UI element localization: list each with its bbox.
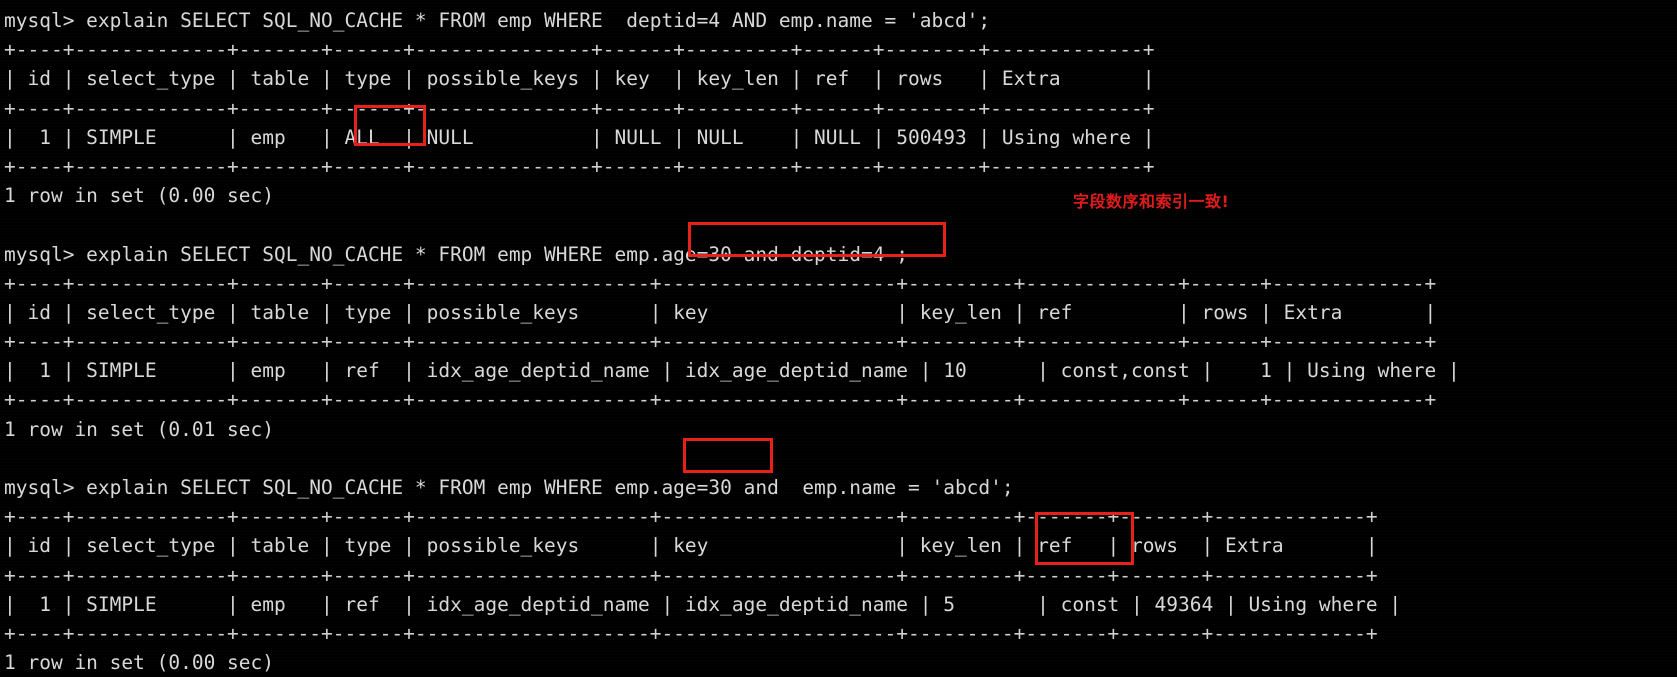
- mysql-terminal-window: mysql> explain SELECT SQL_NO_CACHE * FRO…: [0, 0, 1677, 674]
- result-status-3: 1 row in set (0.00 sec): [4, 651, 275, 675]
- command-line-2: mysql> explain SELECT SQL_NO_CACHE * FRO…: [4, 242, 908, 266]
- table-header-row-2: | id | select_type | table | type | poss…: [4, 300, 1437, 324]
- table-data-row-1: | 1 | SIMPLE | emp | ALL | NULL | NULL |…: [4, 125, 1155, 149]
- command-line-3: mysql> explain SELECT SQL_NO_CACHE * FRO…: [4, 476, 1014, 499]
- table-separator-bottom-2: +----+-------------+-------+------+-----…: [4, 388, 1437, 412]
- table-data-row-3: | 1 | SIMPLE | emp | ref | idx_age_depti…: [4, 592, 1402, 616]
- table-separator-top-3: +----+-------------+-------+------+-----…: [4, 505, 1378, 529]
- table-separator-top-1: +----+-------------+-------+------+-----…: [4, 38, 1155, 62]
- table-data-row-2: | 1 | SIMPLE | emp | ref | idx_age_depti…: [4, 359, 1460, 383]
- annotation-field-order-note: 字段数序和索引一致!: [1073, 192, 1230, 211]
- table-header-row-3: | id | select_type | table | type | poss…: [4, 534, 1378, 558]
- table-header-row-1: | id | select_type | table | type | poss…: [4, 67, 1155, 91]
- result-status-2: 1 row in set (0.01 sec): [4, 417, 275, 441]
- table-separator-mid-1: +----+-------------+-------+------+-----…: [4, 96, 1155, 120]
- table-separator-mid-3: +----+-------------+-------+------+-----…: [4, 563, 1378, 587]
- result-status-1: 1 row in set (0.00 sec): [4, 184, 275, 208]
- table-separator-bottom-3: +----+-------------+-------+------+-----…: [4, 621, 1378, 645]
- table-separator-top-2: +----+-------------+-------+------+-----…: [4, 271, 1437, 295]
- table-separator-mid-2: +----+-------------+-------+------+-----…: [4, 330, 1437, 354]
- table-separator-bottom-1: +----+-------------+-------+------+-----…: [4, 154, 1155, 178]
- command-line-1: mysql> explain SELECT SQL_NO_CACHE * FRO…: [4, 9, 991, 32]
